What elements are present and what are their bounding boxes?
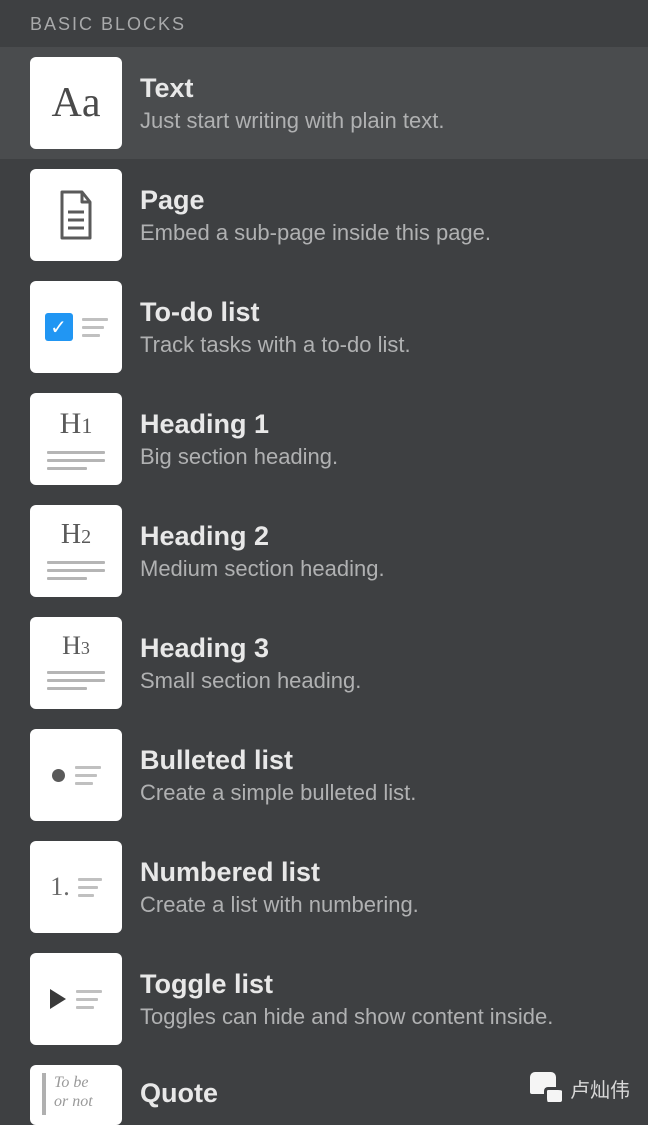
item-text: Numbered list Create a list with numberi… [140, 857, 419, 918]
item-text: To-do list Track tasks with a to-do list… [140, 297, 411, 358]
item-title: Heading 3 [140, 633, 361, 664]
item-desc: Small section heading. [140, 668, 361, 694]
menu-item-toggle-list[interactable]: Toggle list Toggles can hide and show co… [0, 943, 648, 1055]
item-text: Page Embed a sub-page inside this page. [140, 185, 491, 246]
quote-icon-line1: To be [54, 1073, 93, 1092]
item-title: Heading 2 [140, 521, 385, 552]
item-text: Bulleted list Create a simple bulleted l… [140, 745, 416, 806]
bulleted-list-icon [30, 729, 122, 821]
item-title: To-do list [140, 297, 411, 328]
toggle-list-icon [30, 953, 122, 1045]
item-desc: Embed a sub-page inside this page. [140, 220, 491, 246]
menu-item-todo[interactable]: ✓ To-do list Track tasks with a to-do li… [0, 271, 648, 383]
watermark-label: 卢灿伟 [570, 1074, 630, 1103]
wechat-icon [530, 1072, 562, 1104]
item-title: Quote [140, 1078, 218, 1109]
section-header: BASIC BLOCKS [0, 0, 648, 47]
item-title: Numbered list [140, 857, 419, 888]
todo-icon: ✓ [30, 281, 122, 373]
item-title: Text [140, 73, 444, 104]
item-text: Heading 2 Medium section heading. [140, 521, 385, 582]
menu-item-heading-2[interactable]: H2 Heading 2 Medium section heading. [0, 495, 648, 607]
heading-3-icon: H3 [30, 617, 122, 709]
item-desc: Track tasks with a to-do list. [140, 332, 411, 358]
item-desc: Create a simple bulleted list. [140, 780, 416, 806]
item-desc: Medium section heading. [140, 556, 385, 582]
item-desc: Toggles can hide and show content inside… [140, 1004, 553, 1030]
item-text: Heading 3 Small section heading. [140, 633, 361, 694]
quote-icon-line2: or not [54, 1092, 93, 1111]
menu-item-page[interactable]: Page Embed a sub-page inside this page. [0, 159, 648, 271]
menu-item-bulleted-list[interactable]: Bulleted list Create a simple bulleted l… [0, 719, 648, 831]
item-text: Quote [140, 1078, 218, 1113]
quote-icon: To be or not [30, 1065, 122, 1125]
item-text: Heading 1 Big section heading. [140, 409, 338, 470]
menu-item-heading-3[interactable]: H3 Heading 3 Small section heading. [0, 607, 648, 719]
numbered-list-icon: 1. [30, 841, 122, 933]
page-icon [30, 169, 122, 261]
item-desc: Create a list with numbering. [140, 892, 419, 918]
item-desc: Big section heading. [140, 444, 338, 470]
menu-item-numbered-list[interactable]: 1. Numbered list Create a list with numb… [0, 831, 648, 943]
text-icon: Aa [30, 57, 122, 149]
item-text: Toggle list Toggles can hide and show co… [140, 969, 553, 1030]
heading-1-icon: H1 [30, 393, 122, 485]
heading-2-icon: H2 [30, 505, 122, 597]
item-title: Toggle list [140, 969, 553, 1000]
block-menu-list: Aa Text Just start writing with plain te… [0, 47, 648, 1125]
watermark: 卢灿伟 [530, 1072, 630, 1104]
item-desc: Just start writing with plain text. [140, 108, 444, 134]
item-text: Text Just start writing with plain text. [140, 73, 444, 134]
item-title: Page [140, 185, 491, 216]
menu-item-heading-1[interactable]: H1 Heading 1 Big section heading. [0, 383, 648, 495]
item-title: Heading 1 [140, 409, 338, 440]
menu-item-text[interactable]: Aa Text Just start writing with plain te… [0, 47, 648, 159]
item-title: Bulleted list [140, 745, 416, 776]
